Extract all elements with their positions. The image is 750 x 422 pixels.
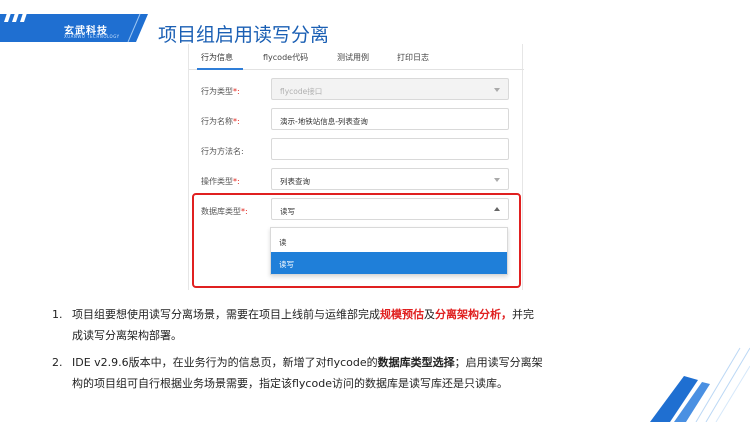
behavior-type-label: 行为类型*: — [201, 87, 240, 96]
active-tab-indicator — [197, 68, 243, 70]
method-name-label: 行为方法名: — [201, 147, 244, 156]
list-number: 2. — [52, 356, 63, 369]
text-segment: 构的项目组可自行根据业务场景需要，指定该flycode访问的数据库是读写库还是只… — [72, 377, 508, 390]
highlight-box — [192, 193, 521, 288]
chevron-down-icon — [494, 178, 500, 182]
list-item: 1. 项目组要想使用读写分离场景，需要在项目上线前与运维部完成规模预估及分离架构… — [52, 304, 692, 346]
list-number: 1. — [52, 308, 63, 321]
text-segment: 项目组要想使用读写分离场景，需要在项目上线前与运维部完成 — [72, 308, 380, 321]
page-title: 项目组启用读写分离 — [158, 24, 330, 46]
bold-text: 数据库类型选择 — [377, 356, 455, 369]
tab-bar: 行为信息 flycode代码 测试用例 打印日志 — [189, 44, 524, 70]
logo-subtext: XUANWU TECHNOLOGY — [64, 34, 120, 39]
explanation-list: 1. 项目组要想使用读写分离场景，需要在项目上线前与运维部完成规模预估及分离架构… — [52, 304, 692, 394]
highlight-text: 分离架构分析， — [435, 308, 512, 321]
logo-mark-icon — [4, 10, 28, 22]
behavior-type-value: flycode接口 — [280, 87, 323, 96]
logo-band: 玄武科技 XUANWU TECHNOLOGY — [0, 10, 148, 46]
text-segment: 及 — [424, 308, 435, 321]
tab-print-log[interactable]: 打印日志 — [397, 52, 429, 63]
tab-behavior-info[interactable]: 行为信息 — [201, 52, 233, 63]
highlight-text: 规模预估 — [380, 308, 424, 321]
text-segment: 成读写分离架构部署。 — [72, 329, 182, 342]
tab-test-cases[interactable]: 测试用例 — [337, 52, 369, 63]
op-type-select[interactable]: 列表查询 — [271, 168, 509, 190]
chevron-down-icon — [494, 88, 500, 92]
list-item: 2. IDE v2.9.6版本中，在业务行为的信息页，新增了对flycode的数… — [52, 352, 692, 394]
method-name-input[interactable] — [271, 138, 509, 160]
behavior-type-select[interactable]: flycode接口 — [271, 78, 509, 100]
behavior-name-value: 演示-地铁站信息-列表查询 — [280, 117, 368, 126]
op-type-value: 列表查询 — [280, 177, 310, 186]
text-segment: IDE v2.9.6版本中，在业务行为的信息页，新增了对flycode的 — [72, 356, 378, 369]
behavior-name-input[interactable]: 演示-地铁站信息-列表查询 — [271, 108, 509, 130]
text-segment: ；启用读写分离架 — [454, 356, 543, 369]
text-segment: 并完 — [512, 308, 534, 321]
behavior-name-label: 行为名称*: — [201, 117, 240, 126]
op-type-label: 操作类型*: — [201, 177, 240, 186]
tab-flycode[interactable]: flycode代码 — [263, 52, 308, 63]
decorative-stripes — [650, 347, 750, 422]
